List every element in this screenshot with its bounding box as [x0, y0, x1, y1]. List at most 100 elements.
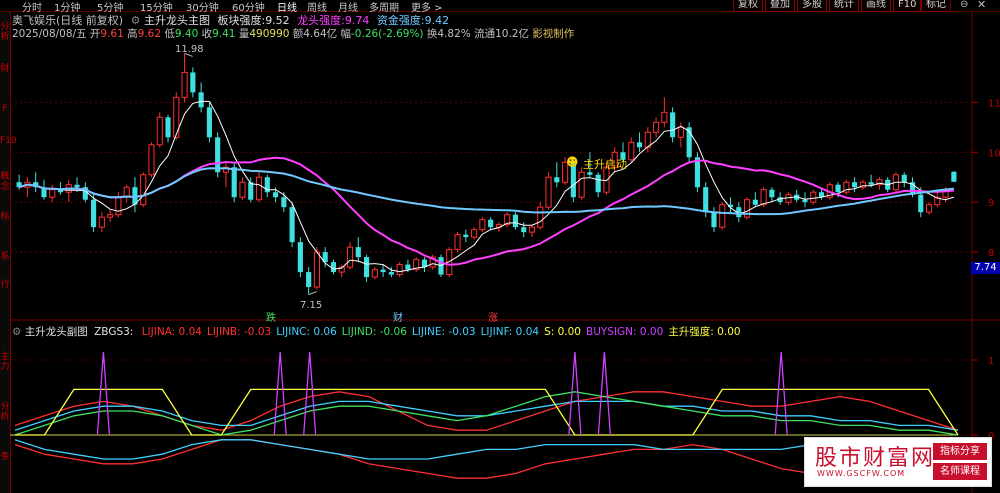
candle-body: [488, 219, 494, 228]
candle-body: [471, 229, 478, 238]
strip-item-system[interactable]: 系: [0, 252, 10, 262]
sub-info-line: ⚙ 主升龙头副图 ZBGS3: LIJINA: 0.04 LIJINB: -0.0…: [12, 324, 741, 339]
candle-body: [148, 144, 155, 176]
candle-body: [677, 126, 684, 138]
close-label: 收: [201, 28, 213, 40]
low-value: 9.40: [174, 28, 199, 40]
stats-button[interactable]: 统计: [829, 0, 859, 12]
watermark-badge-course: 名师课程: [933, 463, 987, 480]
candle-body: [98, 216, 105, 228]
sub-indicator-5: LIJINF: 0.04: [480, 326, 540, 338]
candle-body: [107, 214, 114, 218]
candle-body: [173, 96, 180, 138]
adjust-button[interactable]: 复权: [733, 0, 763, 12]
candle-body: [255, 176, 263, 201]
candle-body: [355, 247, 361, 258]
strip-item-main-force[interactable]: 主力: [0, 352, 10, 372]
ma-mid-line: [18, 156, 954, 266]
strip-item-analysis[interactable]: 分析: [0, 22, 10, 42]
candle-body: [380, 269, 386, 273]
event-marker-up[interactable]: 涨: [488, 309, 498, 324]
y-tick-label: 11: [988, 98, 1000, 109]
candle-body: [215, 137, 221, 173]
zoom-out-icon[interactable]: ⊖: [960, 0, 968, 10]
candle-body: [49, 189, 56, 198]
candle-body: [330, 262, 337, 273]
event-marker-down[interactable]: 跌: [266, 309, 276, 324]
volume-label: 量: [238, 28, 250, 40]
y-tick-label: 9: [988, 198, 994, 209]
gear-icon[interactable]: ⚙: [12, 326, 21, 338]
concept-tag[interactable]: 影视制作: [532, 28, 574, 40]
watermark-badge-share: 指标分享: [933, 443, 987, 460]
candle-body: [371, 269, 378, 278]
y-tick-label: 8: [988, 248, 994, 259]
moving-averages: [18, 52, 955, 295]
amount-label: 额: [292, 28, 304, 40]
candle-body: [951, 171, 957, 182]
candle-body: [306, 272, 312, 288]
open-label: 开: [89, 28, 101, 40]
candle-body: [537, 206, 544, 228]
strip-item-f10[interactable]: F10: [0, 136, 17, 146]
candle-body: [454, 234, 461, 251]
candle-body: [273, 192, 279, 198]
change-label: 幅: [340, 28, 352, 40]
chart-area[interactable]: 891011 10: [10, 12, 1000, 493]
candle-body: [396, 264, 403, 276]
smile-icon: ☻: [566, 155, 579, 169]
candle-body: [802, 199, 808, 203]
candle-body: [918, 194, 924, 213]
buysign-spike: [774, 351, 788, 436]
strip-item-bar[interactable]: 条: [0, 452, 10, 462]
candle-body: [835, 184, 841, 193]
candle-body: [248, 182, 254, 200]
strip-item-analysis-2[interactable]: 分析: [0, 402, 10, 422]
candle-body: [181, 71, 188, 98]
float-label: 流通: [474, 28, 496, 40]
candle-body: [388, 272, 394, 275]
event-marker-finance[interactable]: 财: [393, 309, 403, 324]
sub-indicator-0: LIJINA: 0.04: [141, 326, 202, 338]
sub-formula-name[interactable]: 主升龙头副图: [25, 326, 88, 338]
sub-y-tick-label: 1: [988, 356, 994, 367]
strip-item-mark[interactable]: 标: [0, 212, 10, 222]
candle-body: [670, 112, 676, 138]
turnover-value: 4.82%: [437, 28, 471, 40]
signal-label: 主升启动: [583, 158, 627, 171]
watermark-title: 股市财富网: [815, 446, 936, 471]
change-value: -0.26(-2.69%): [351, 28, 424, 40]
sub-indicator-8: 主升强度: 0.00: [668, 326, 741, 338]
low-marker-line: [308, 291, 317, 295]
candle-body: [313, 251, 320, 288]
overlay-button[interactable]: 叠加: [765, 0, 795, 12]
candle-body: [554, 177, 560, 183]
candle-body: [190, 72, 196, 93]
sub-indicator-values: LIJINA: 0.04 LIJINB: -0.03 LIJINC: 0.06 LIJ…: [137, 326, 741, 338]
candle-body: [901, 174, 907, 183]
mark-button[interactable]: 标记: [921, 0, 951, 12]
buysign-spike: [568, 351, 582, 436]
candle-body: [595, 174, 601, 193]
strip-item-concept[interactable]: 概念: [0, 172, 10, 192]
main-info-line-2: 2025/08/08/五 开9.61 高9.62 低9.40 收9.41 量49…: [12, 26, 574, 41]
candle-body: [156, 116, 163, 146]
close-value: 9.41: [212, 28, 236, 40]
strip-item-finance[interactable]: 财: [0, 64, 10, 74]
candle-body: [521, 227, 527, 233]
high-value: 9.62: [137, 28, 162, 40]
strip-item-f[interactable]: F: [0, 104, 10, 114]
close-icon[interactable]: ✕: [977, 0, 986, 11]
candle-body: [165, 117, 171, 138]
sub-indicator-4: LIJINE: -0.03: [411, 326, 476, 338]
candle-body: [289, 207, 295, 243]
multi-stock-button[interactable]: 多股: [797, 0, 827, 12]
candle-body: [140, 174, 147, 206]
f10-button[interactable]: F10: [893, 0, 922, 12]
draw-line-button[interactable]: 画线: [861, 0, 891, 12]
candle-body: [231, 167, 237, 198]
strip-item-industry[interactable]: 行: [0, 280, 10, 290]
series-s: [15, 388, 959, 436]
buysign-spike: [303, 351, 317, 436]
candle-body: [91, 199, 97, 228]
